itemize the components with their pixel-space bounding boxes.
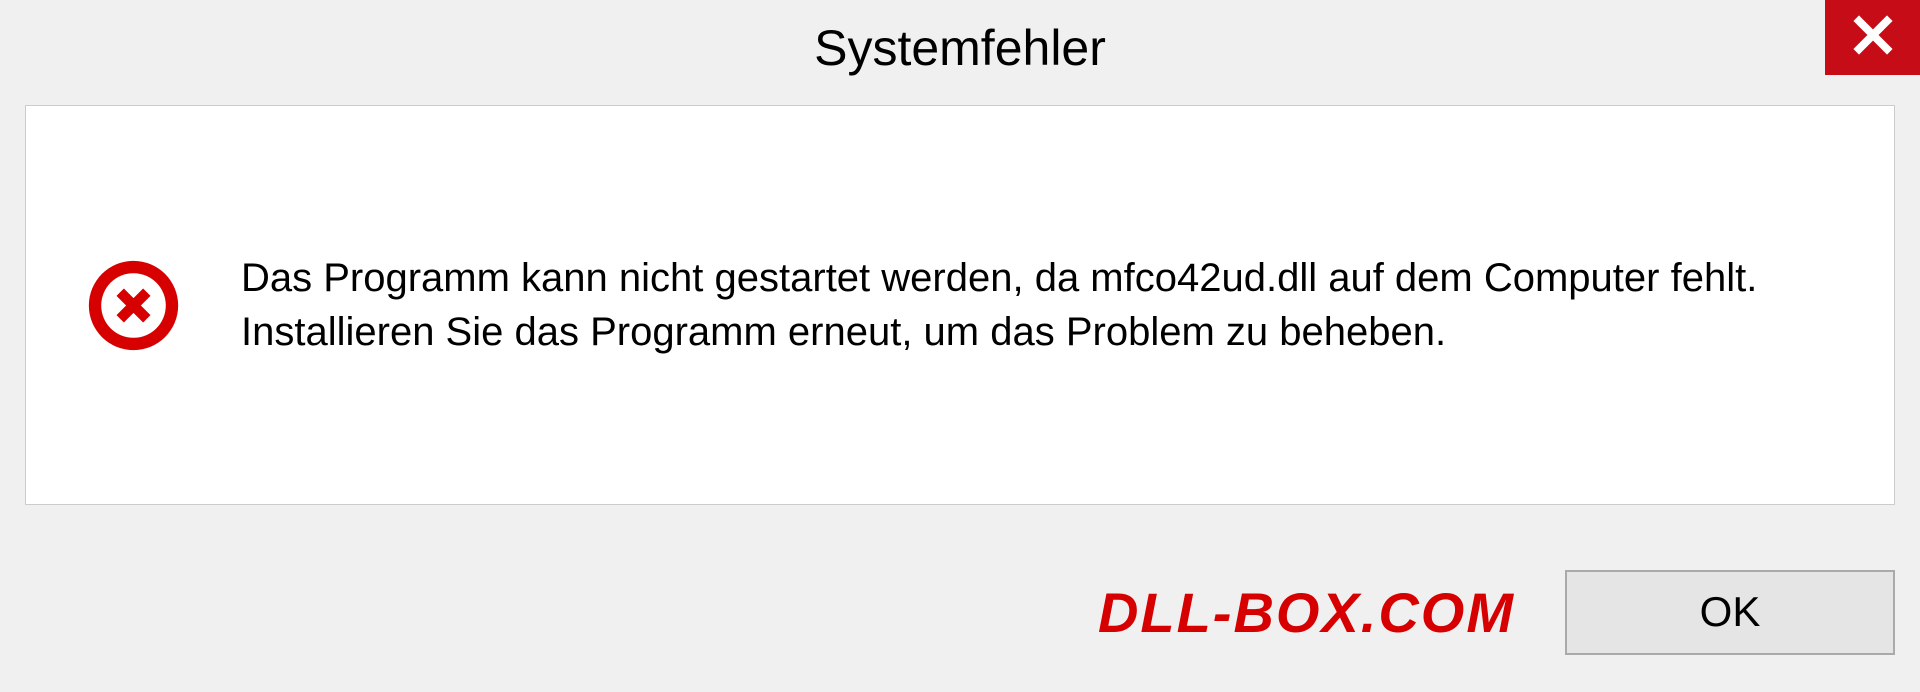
error-message: Das Programm kann nicht gestartet werden… <box>241 251 1834 359</box>
dialog-title: Systemfehler <box>814 19 1106 77</box>
titlebar: Systemfehler <box>0 0 1920 95</box>
footer: DLL-BOX.COM OK <box>0 562 1920 662</box>
content-panel: Das Programm kann nicht gestartet werden… <box>25 105 1895 505</box>
close-button[interactable] <box>1825 0 1920 75</box>
branding-text: DLL-BOX.COM <box>1098 580 1515 645</box>
ok-button[interactable]: OK <box>1565 570 1895 655</box>
close-icon <box>1852 14 1894 61</box>
error-icon <box>86 258 181 353</box>
